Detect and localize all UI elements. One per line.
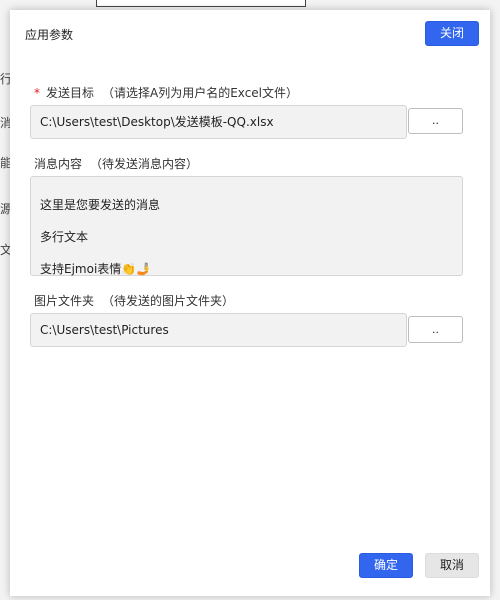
send-target-input[interactable]: C:\Users\test\Desktop\发送模板-QQ.xlsx	[30, 105, 407, 139]
image-folder-browse-button[interactable]: ..	[408, 316, 463, 343]
message-line: 多行文本	[40, 230, 89, 244]
message-line: 这里是您要发送的消息	[40, 198, 161, 212]
app-params-dialog: 应用参数 关闭 * 发送目标 （请选择A列为用户名的Excel文件） C:\User…	[10, 10, 490, 596]
send-target-label-text: 发送目标	[46, 86, 95, 100]
message-line-with-emoji: 支持Ejmoi表情👏🤳	[40, 261, 462, 277]
dialog-title: 应用参数	[25, 28, 74, 42]
emoji-icons: 👏🤳	[121, 262, 152, 276]
send-target-browse-button[interactable]: ..	[408, 108, 463, 134]
message-label: 消息内容 （待发送消息内容）	[34, 155, 198, 172]
send-target-label: * 发送目标 （请选择A列为用户名的Excel文件）	[34, 84, 298, 101]
message-label-text: 消息内容	[34, 157, 83, 171]
close-button[interactable]: 关闭	[425, 21, 479, 46]
image-folder-hint: （待发送的图片文件夹）	[102, 294, 235, 308]
image-folder-label-text: 图片文件夹	[34, 294, 95, 308]
background-window	[96, 0, 306, 7]
ok-button[interactable]: 确定	[359, 553, 413, 578]
image-folder-input[interactable]: C:\Users\test\Pictures	[30, 313, 407, 347]
cancel-button[interactable]: 取消	[425, 553, 479, 578]
message-textarea[interactable]: 这里是您要发送的消息 多行文本 支持Ejmoi表情👏🤳	[30, 176, 463, 276]
image-folder-label: 图片文件夹 （待发送的图片文件夹）	[34, 292, 234, 309]
required-mark: *	[34, 86, 40, 100]
message-hint: （待发送消息内容）	[90, 157, 199, 171]
message-line: 支持Ejmoi表情	[40, 262, 122, 276]
send-target-hint: （请选择A列为用户名的Excel文件）	[102, 86, 299, 100]
